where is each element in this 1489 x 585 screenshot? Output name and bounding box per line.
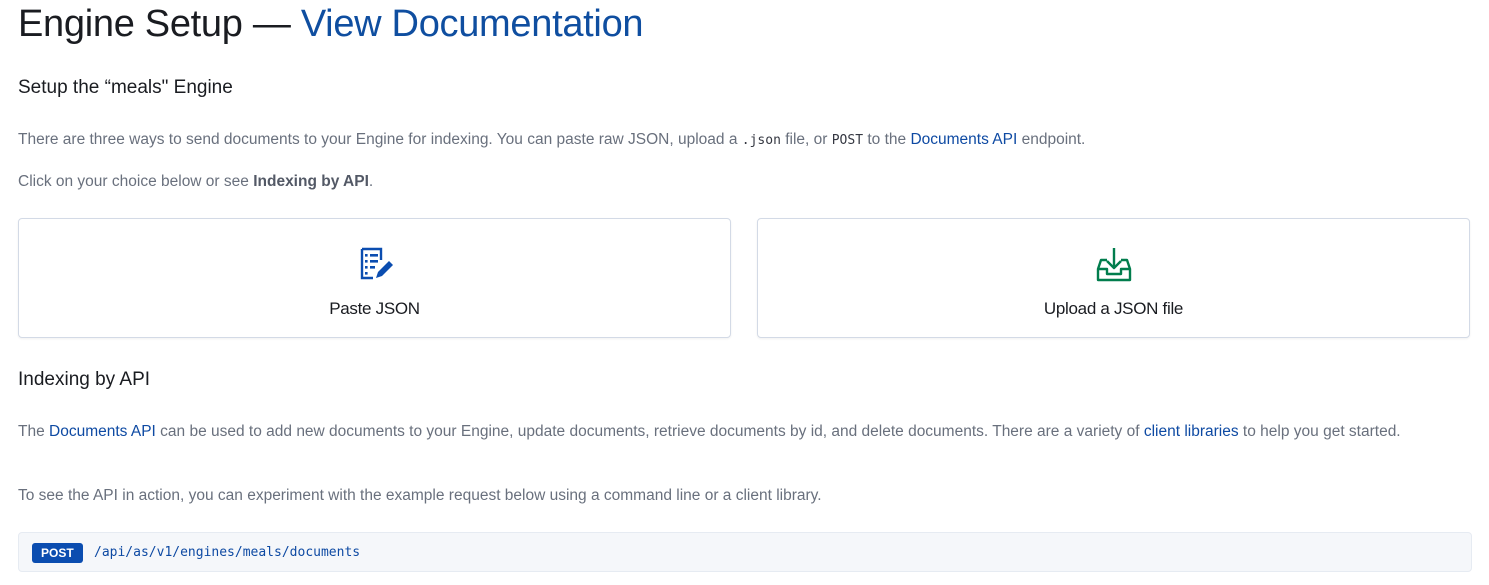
upload-json-card[interactable]: Upload a JSON file [757,218,1470,338]
page-title: Engine Setup — View Documentation [18,2,644,46]
api-description-text: to help you get started. [1238,423,1401,440]
post-code: POST [831,133,864,148]
api-description-text: The [18,423,50,440]
json-code: .json [741,133,781,148]
api-description-text: can be used to add new documents to your… [155,423,1144,440]
intro-text: endpoint. [1017,131,1086,148]
view-documentation-link[interactable]: View Documentation [301,3,644,45]
download-tray-icon [1096,248,1131,282]
api-example-text: To see the API in action, you can experi… [18,487,822,504]
paste-json-label: Paste JSON [329,299,420,318]
endpoint-path: /api/as/v1/engines/meals/documents [94,545,361,560]
intro-text: There are three ways to send documents t… [18,131,742,148]
endpoint-bar: POST /api/as/v1/engines/meals/documents [18,532,1472,572]
choice-text-part: . [368,173,374,190]
engine-setup-page: Engine Setup — View Documentation Setup … [0,0,1489,585]
http-method-badge: POST [32,543,83,563]
page-title-text: Engine Setup — [18,3,301,45]
choice-text: Click on your choice below or see Indexi… [18,170,373,194]
intro-text: to the [863,131,911,148]
client-libraries-link[interactable]: client libraries [1144,423,1239,440]
intro-text: file, or [780,131,832,148]
indexing-by-api-heading: Indexing by API [18,369,151,390]
upload-json-label: Upload a JSON file [1043,299,1184,318]
documents-api-link[interactable]: Documents API [49,423,156,440]
documents-api-link[interactable]: Documents API [910,131,1017,148]
setup-heading: Setup the “meals" Engine [18,77,233,98]
choice-text-part: Click on your choice below or see [18,173,254,190]
api-description: The Documents API can be used to add new… [18,420,1472,444]
paste-json-card[interactable]: Paste JSON [18,218,731,338]
indexing-by-api-reference: Indexing by API [253,173,369,190]
document-edit-icon [360,247,393,280]
setup-intro: There are three ways to send documents t… [18,128,1468,153]
